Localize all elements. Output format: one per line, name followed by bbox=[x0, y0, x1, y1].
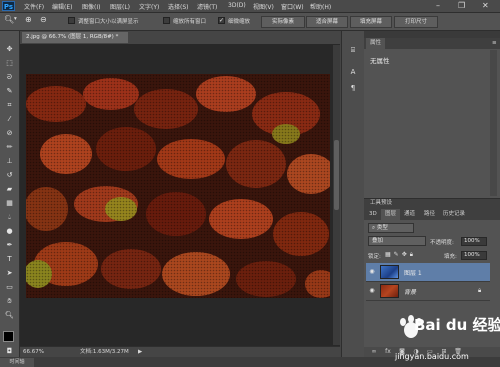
scrubby-zoom-label: 细微缩放 bbox=[228, 19, 251, 25]
menu-view[interactable]: 视图(V) bbox=[253, 2, 274, 11]
layer-row-layer1[interactable]: ◉ 图层 1 bbox=[366, 263, 490, 282]
zoom-all-windows-label: 缩放所有窗口 bbox=[173, 19, 207, 25]
marquee-tool-icon[interactable]: ⬚ bbox=[4, 59, 15, 68]
timeline-tab[interactable]: 时间轴 bbox=[0, 358, 34, 367]
layer-name[interactable]: 图层 1 bbox=[404, 268, 422, 277]
layer-name[interactable]: 背景 bbox=[404, 287, 416, 296]
gradient-tool-icon[interactable]: ▦ bbox=[4, 199, 15, 208]
menu-image[interactable]: 图像(I) bbox=[82, 2, 100, 11]
menu-3d[interactable]: 3D(D) bbox=[228, 2, 246, 9]
lasso-tool-icon[interactable]: ᘐ bbox=[4, 73, 15, 82]
quick-select-tool-icon[interactable]: ✎ bbox=[4, 87, 15, 96]
layer-thumbnail bbox=[380, 265, 399, 279]
opacity-label: 不透明度: bbox=[430, 240, 454, 246]
fit-screen-button[interactable]: 适合屏幕 bbox=[306, 16, 348, 28]
type-tool-icon[interactable]: T bbox=[4, 255, 15, 264]
eraser-tool-icon[interactable]: ▰ bbox=[4, 185, 15, 194]
resize-windows-checkbox[interactable] bbox=[68, 17, 75, 24]
tab-channels[interactable]: 通道 bbox=[400, 209, 420, 220]
visibility-eye-icon[interactable]: ◉ bbox=[368, 287, 376, 295]
visibility-eye-icon[interactable]: ◉ bbox=[368, 268, 376, 276]
tab-history[interactable]: 历史记录 bbox=[439, 209, 470, 220]
history-panel-icon[interactable]: ⌸ bbox=[347, 45, 359, 56]
move-tool-icon[interactable]: ✥ bbox=[4, 45, 15, 54]
panel-dock: ⌸ A ¶ bbox=[341, 31, 365, 357]
zoom-tool-sidebar-icon[interactable]: 🔍︎ bbox=[4, 311, 15, 320]
tool-presets-header: 工具预设 bbox=[364, 199, 500, 209]
photoshop-logo: Ps bbox=[2, 1, 15, 11]
menu-help[interactable]: 帮助(H) bbox=[310, 2, 331, 11]
menu-bar: Ps 文件(F) 编辑(E) 图像(I) 图层(L) 文字(Y) 选择(S) 滤… bbox=[0, 0, 500, 13]
healing-brush-tool-icon[interactable]: ⊘ bbox=[4, 129, 15, 138]
options-bar: 🔍︎ ▾ ⊕ ⊖ 调整窗口大小以满屏显示 缩放所有窗口 ✓ 细微缩放 实际像素 … bbox=[0, 13, 500, 31]
zoom-out-icon[interactable]: ⊖ bbox=[40, 15, 47, 24]
layer-kind-filter[interactable]: ⌕ 类型 bbox=[368, 223, 414, 233]
tab-3d[interactable]: 3D bbox=[365, 209, 381, 220]
scrubby-zoom-checkbox[interactable]: ✓ bbox=[218, 17, 225, 24]
lock-icons[interactable]: ▦✎✥🔒︎ bbox=[385, 251, 416, 259]
layers-tabs-bar: 3D 图层 通道 路径 历史记录 bbox=[364, 209, 500, 220]
resize-windows-label: 调整窗口大小以满屏显示 bbox=[78, 19, 139, 25]
properties-panel-header: 属性 ≡ bbox=[364, 38, 500, 49]
foreground-color-swatch[interactable] bbox=[3, 331, 14, 342]
menu-type[interactable]: 文字(Y) bbox=[139, 2, 159, 11]
tab-properties[interactable]: 属性 bbox=[366, 38, 386, 49]
dropdown-arrow-icon[interactable]: ▾ bbox=[14, 16, 17, 22]
fill-screen-button[interactable]: 填充屏幕 bbox=[350, 16, 392, 28]
history-brush-tool-icon[interactable]: ↺ bbox=[4, 171, 15, 180]
shape-tool-icon[interactable]: ▭ bbox=[4, 283, 15, 292]
paragraph-panel-icon[interactable]: ¶ bbox=[347, 83, 359, 94]
zoom-all-windows-checkbox[interactable] bbox=[163, 17, 170, 24]
layer-thumbnail bbox=[380, 284, 399, 298]
watermark-url: jingyan.baidu.com bbox=[395, 352, 469, 361]
zoom-in-icon[interactable]: ⊕ bbox=[25, 15, 32, 24]
crop-tool-icon[interactable]: ⌗ bbox=[4, 101, 15, 110]
lock-label: 锁定: bbox=[368, 254, 381, 260]
close-icon[interactable]: ✕ bbox=[482, 1, 489, 10]
menu-layer[interactable]: 图层(L) bbox=[110, 2, 130, 11]
fill-input[interactable]: 100% bbox=[461, 251, 487, 260]
brush-tool-icon[interactable]: ✏ bbox=[4, 143, 15, 152]
eyedropper-tool-icon[interactable]: ⁄ bbox=[4, 115, 15, 124]
tab-tool-presets[interactable]: 工具预设 bbox=[366, 198, 396, 209]
fill-label: 填充: bbox=[444, 254, 457, 260]
clone-stamp-tool-icon[interactable]: ⊥ bbox=[4, 157, 15, 166]
panel-collapse-strip[interactable] bbox=[364, 31, 500, 38]
tab-paths[interactable]: 路径 bbox=[420, 209, 440, 220]
menu-window[interactable]: 窗口(W) bbox=[281, 2, 304, 11]
quick-mask-icon[interactable]: ◘ bbox=[4, 347, 15, 356]
tools-panel: ✥ ⬚ ᘐ ✎ ⌗ ⁄ ⊘ ✏ ⊥ ↺ ▰ ▦ 💧︎ ● ✒ T ➤ ▭ ✋︎ … bbox=[0, 31, 20, 357]
watermark-brand: Bai du 经验 bbox=[414, 316, 500, 334]
lock-icon: 🔒︎ bbox=[478, 287, 482, 294]
menu-select[interactable]: 选择(S) bbox=[168, 2, 189, 11]
minimize-icon[interactable]: – bbox=[436, 1, 440, 10]
character-panel-icon[interactable]: A bbox=[347, 67, 359, 78]
scrollbar-thumb[interactable] bbox=[334, 140, 339, 210]
restore-icon[interactable]: ❐ bbox=[458, 1, 465, 10]
path-select-tool-icon[interactable]: ➤ bbox=[4, 269, 15, 278]
canvas-image-autumn-leaves[interactable] bbox=[26, 74, 330, 298]
panel-menu-icon[interactable]: ≡ bbox=[488, 38, 500, 49]
hand-tool-icon[interactable]: ✋︎ bbox=[4, 297, 15, 306]
menu-file[interactable]: 文件(F) bbox=[24, 2, 44, 11]
menu-edit[interactable]: 编辑(E) bbox=[52, 2, 72, 11]
menu-filter[interactable]: 滤镜(T) bbox=[197, 2, 217, 11]
blur-tool-icon[interactable]: 💧︎ bbox=[4, 213, 15, 222]
no-properties-text: 无属性 bbox=[370, 57, 390, 65]
dodge-tool-icon[interactable]: ● bbox=[4, 227, 15, 236]
properties-scrollbar[interactable] bbox=[490, 50, 497, 196]
layer-row-background[interactable]: ◉ 背景 🔒︎ bbox=[366, 282, 490, 301]
print-size-button[interactable]: 打印尺寸 bbox=[394, 16, 438, 28]
document-tab[interactable]: 2.jpg @ 66.7% (图层 1, RGB/8#) * bbox=[22, 32, 128, 43]
blend-mode-select[interactable]: 叠加 bbox=[368, 236, 426, 246]
opacity-input[interactable]: 100% bbox=[461, 237, 487, 246]
layer-kind-value: 类型 bbox=[376, 225, 388, 231]
tab-layers[interactable]: 图层 bbox=[381, 209, 401, 220]
zoom-tool-icon[interactable]: 🔍︎ bbox=[4, 15, 14, 24]
link-layers-icon[interactable]: ∞ bbox=[370, 348, 378, 356]
pen-tool-icon[interactable]: ✒ bbox=[4, 241, 15, 250]
actual-pixels-button[interactable]: 实际像素 bbox=[261, 16, 305, 28]
